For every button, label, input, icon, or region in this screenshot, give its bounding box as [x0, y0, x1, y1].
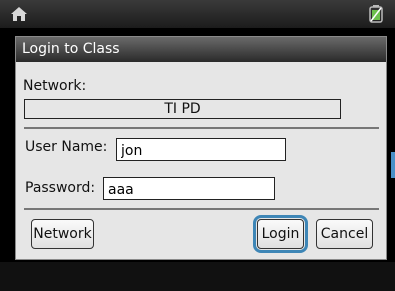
divider: [24, 127, 379, 129]
home-icon[interactable]: [10, 6, 28, 22]
cancel-button[interactable]: Cancel: [316, 219, 373, 249]
network-button[interactable]: Network: [31, 219, 94, 249]
login-dialog: Login to Class Network: TI PD User Name:…: [15, 36, 387, 260]
username-label: User Name:: [25, 139, 108, 155]
status-bar: [0, 0, 395, 28]
battery-icon: [369, 5, 383, 23]
password-input[interactable]: [103, 177, 275, 200]
dialog-title: Login to Class: [16, 37, 386, 62]
bottom-strip: [0, 262, 395, 291]
side-scroll-tab: [391, 152, 395, 178]
network-label: Network:: [23, 78, 87, 94]
network-field[interactable]: TI PD: [24, 99, 341, 119]
divider: [24, 208, 379, 210]
password-label: Password:: [25, 180, 96, 196]
username-input[interactable]: [116, 138, 286, 161]
login-button[interactable]: Login: [253, 215, 308, 253]
